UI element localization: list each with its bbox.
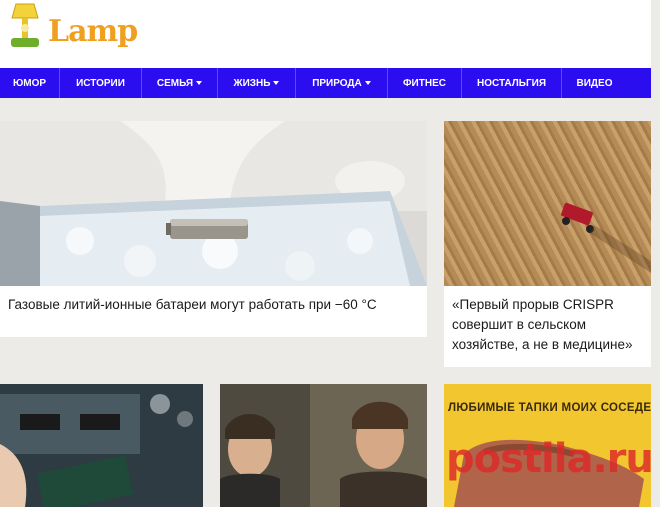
article-title[interactable]: «Первый прорыв CRISPR совершит в сельско… [452,295,643,355]
nav-label: ВИДЕО [576,77,613,89]
nav-item-nature[interactable]: ПРИРОДА [296,68,388,98]
article-card[interactable]: «Первый прорыв CRISPR совершит в сельско… [444,121,651,367]
nav-label: ИСТОРИИ [76,77,125,89]
nav-label: ФИТНЕС [403,77,446,89]
chevron-down-icon [364,81,371,85]
lamp-logo-icon [11,3,39,47]
nav-label: НОСТАЛЬГИЯ [476,77,547,89]
nav-label: ЮМОР [12,77,47,89]
nav-item-family[interactable]: СЕМЬЯ [142,68,218,98]
site-logo[interactable]: Lamp [8,2,138,54]
site-header: Lamp [0,0,651,68]
article-card[interactable]: ЛЮБИМЫЕ ТАПКИ МОИХ СОСЕДЕЙ postila.ru [444,384,651,507]
nav-item-life[interactable]: ЖИЗНЬ [218,68,296,98]
article-card[interactable] [0,384,203,507]
nav-item-fitness[interactable]: ФИТНЕС [388,68,462,98]
article-card[interactable]: Газовые литий-ионные батареи могут работ… [0,121,427,337]
movie-still-photo [220,384,427,507]
field-photo [561,202,651,273]
logo-text: Lamp [48,14,138,49]
watermark: postila.ru [446,436,651,482]
article-title[interactable]: Газовые литий-ионные батареи могут работ… [8,295,419,315]
battery-photo [0,121,427,286]
nav-label: ЖИЗНЬ [233,77,271,89]
nav-label: СЕМЬЯ [156,77,194,89]
nav-label: ПРИРОДА [312,77,362,89]
chevron-down-icon [273,81,280,85]
article-image[interactable] [0,121,427,286]
image-text: ЛЮБИМЫЕ ТАПКИ МОИХ СОСЕДЕЙ [448,402,651,414]
nav-item-video[interactable]: ВИДЕО [562,68,627,98]
nav-item-nostalgia[interactable]: НОСТАЛЬГИЯ [462,68,562,98]
article-card[interactable] [220,384,427,507]
nav-item-humor[interactable]: ЮМОР [0,68,60,98]
nav-item-stories[interactable]: ИСТОРИИ [60,68,142,98]
chevron-down-icon [196,81,203,85]
electronics-photo [0,384,203,507]
article-image[interactable] [444,121,651,286]
main-nav: ЮМОР ИСТОРИИ СЕМЬЯ ЖИЗНЬ ПРИРОДА ФИТНЕС … [0,68,651,98]
